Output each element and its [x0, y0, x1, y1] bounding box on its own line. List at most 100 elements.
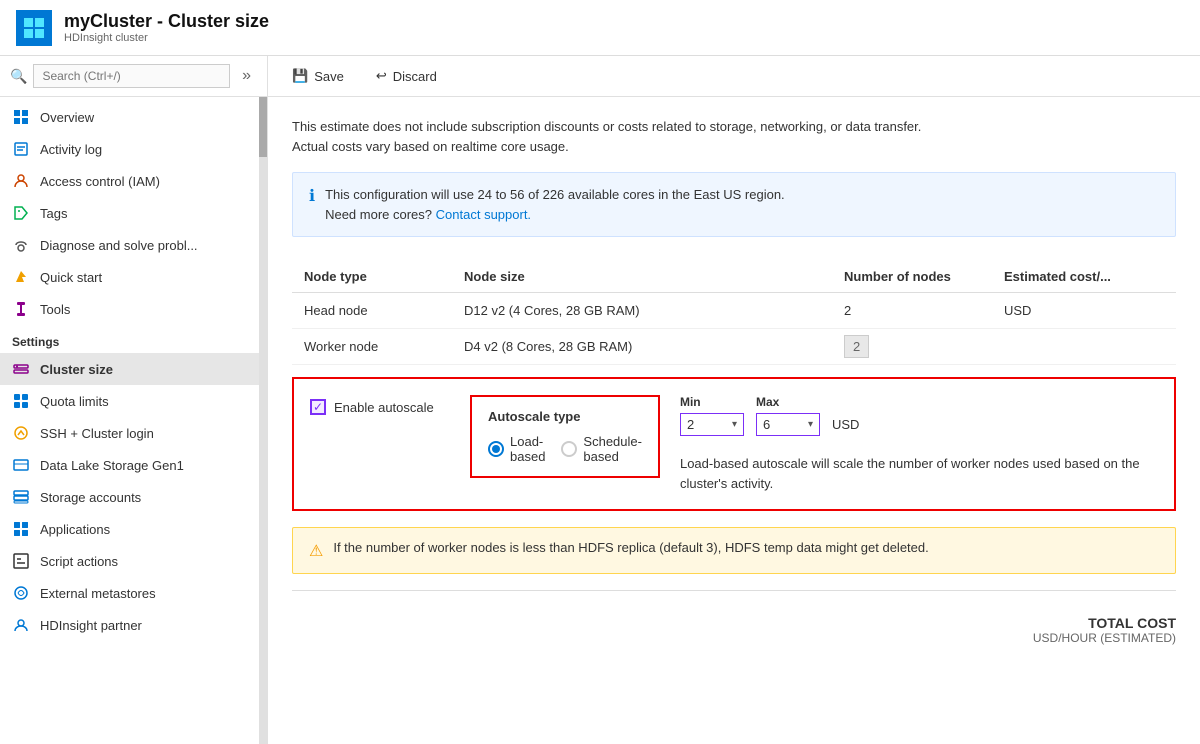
sidebar-item-applications[interactable]: Applications: [0, 513, 259, 545]
sidebar-item-label-overview: Overview: [40, 110, 94, 125]
diagnose-icon: [12, 236, 30, 254]
autoscale-description: Load-based autoscale will scale the numb…: [680, 454, 1158, 493]
discard-button[interactable]: ↩ Discard: [368, 64, 445, 88]
contact-support-link[interactable]: Contact support.: [436, 207, 531, 222]
sidebar-item-label-cluster: Cluster size: [40, 362, 113, 377]
data-lake-icon: [12, 456, 30, 474]
collapse-icon[interactable]: »: [236, 65, 257, 87]
applications-icon: [12, 520, 30, 538]
sidebar-item-tools[interactable]: Tools: [0, 293, 259, 325]
sidebar-item-overview[interactable]: Overview: [0, 101, 259, 133]
col-header-nodetype: Node type: [292, 261, 452, 293]
radio-circle-schedule: [561, 441, 577, 457]
head-node-type: Head node: [292, 293, 452, 329]
sidebar-item-diagnose[interactable]: Diagnose and solve probl...: [0, 229, 259, 261]
autoscale-label: Enable autoscale: [334, 400, 434, 415]
sidebar-item-quota[interactable]: Quota limits: [0, 385, 259, 417]
info-icon: ℹ: [309, 186, 315, 224]
radio-schedule-based[interactable]: Schedule-based: [561, 434, 642, 464]
radio-label-schedule: Schedule-based: [583, 434, 642, 464]
hdinsight-partner-icon: [12, 616, 30, 634]
sidebar-scrollbar-thumb[interactable]: [259, 97, 267, 157]
sidebar-item-label-external: External metastores: [40, 586, 156, 601]
sidebar-item-label-script: Script actions: [40, 554, 118, 569]
sidebar-nav: Overview Activity log Access control (IA…: [0, 97, 259, 744]
storage-icon: [12, 488, 30, 506]
min-arrow-icon: ▾: [732, 419, 737, 430]
radio-inner-load: [492, 445, 500, 453]
page-title: myCluster - Cluster size: [64, 11, 269, 32]
total-cost-sublabel: USD/HOUR (ESTIMATED): [292, 631, 1176, 645]
head-node-size: D12 v2 (4 Cores, 28 GB RAM): [452, 293, 832, 329]
head-node-cost: USD: [992, 293, 1176, 329]
sidebar-scrollbar[interactable]: [259, 97, 267, 744]
sidebar-item-cluster-size[interactable]: Cluster size: [0, 353, 259, 385]
sidebar-item-datalake[interactable]: Data Lake Storage Gen1: [0, 449, 259, 481]
blue-info-box: ℹ This configuration will use 24 to 56 o…: [292, 172, 1176, 237]
save-label: Save: [314, 69, 344, 84]
sidebar-item-label-quota: Quota limits: [40, 394, 109, 409]
worker-node-count-input[interactable]: 2: [844, 335, 869, 358]
sidebar-item-external[interactable]: External metastores: [0, 577, 259, 609]
nodes-table: Node type Node size Number of nodes Esti…: [292, 261, 1176, 365]
sidebar-item-label-hdinsight: HDInsight partner: [40, 618, 142, 633]
max-arrow-icon: ▾: [808, 419, 813, 430]
table-header-row: Node type Node size Number of nodes Esti…: [292, 261, 1176, 293]
tags-icon: [12, 204, 30, 222]
main-content: 💾 Save ↩ Discard This estimate does not …: [268, 56, 1200, 744]
autoscale-type-title: Autoscale type: [488, 409, 642, 424]
warning-text: If the number of worker nodes is less th…: [333, 540, 928, 561]
sidebar-item-tags[interactable]: Tags: [0, 197, 259, 229]
discard-label: Discard: [393, 69, 437, 84]
script-actions-icon: [12, 552, 30, 570]
min-select[interactable]: 2 ▾: [680, 413, 744, 436]
search-input[interactable]: [33, 64, 230, 88]
worker-node-cost: [992, 329, 1176, 365]
sidebar-item-label-tools: Tools: [40, 302, 70, 317]
col-header-numnodes: Number of nodes: [832, 261, 992, 293]
sidebar-item-activity-log[interactable]: Activity log: [0, 133, 259, 165]
content-body: This estimate does not include subscript…: [268, 97, 1200, 673]
autoscale-usd-label: USD: [832, 399, 859, 432]
quota-limits-icon: [12, 392, 30, 410]
info-line2: Actual costs vary based on realtime core…: [292, 137, 1176, 157]
total-cost-area: TOTAL COST USD/HOUR (ESTIMATED): [292, 607, 1176, 653]
total-cost-label: TOTAL COST: [292, 615, 1176, 631]
sidebar-item-label-ssh: SSH + Cluster login: [40, 426, 154, 441]
save-button[interactable]: 💾 Save: [284, 64, 352, 88]
worker-node-type: Worker node: [292, 329, 452, 365]
cluster-size-icon: [12, 360, 30, 378]
sidebar-item-label-iam: Access control (IAM): [40, 174, 160, 189]
autoscale-checkbox-area[interactable]: ✓ Enable autoscale: [310, 395, 450, 415]
quick-start-icon: [12, 268, 30, 286]
radio-circle-load: [488, 441, 504, 457]
discard-icon: ↩: [376, 68, 387, 84]
worker-node-size: D4 v2 (8 Cores, 28 GB RAM): [452, 329, 832, 365]
sidebar-item-label-diagnose: Diagnose and solve probl...: [40, 238, 198, 253]
table-row-head: Head node D12 v2 (4 Cores, 28 GB RAM) 2 …: [292, 293, 1176, 329]
blue-info-text: This configuration will use 24 to 56 of …: [325, 187, 785, 202]
ssh-icon: [12, 424, 30, 442]
sidebar-item-label-applications: Applications: [40, 522, 110, 537]
sidebar-item-hdinsight[interactable]: HDInsight partner: [0, 609, 259, 641]
radio-load-based[interactable]: Load-based: [488, 434, 545, 464]
activity-log-icon: [12, 140, 30, 158]
max-select[interactable]: 6 ▾: [756, 413, 820, 436]
autoscale-options: Load-based Schedule-based: [488, 434, 642, 464]
sidebar-item-iam[interactable]: Access control (IAM): [0, 165, 259, 197]
autoscale-checkbox[interactable]: ✓: [310, 399, 326, 415]
max-label: Max: [756, 395, 820, 409]
max-group: Max 6 ▾: [756, 395, 820, 436]
sidebar-item-ssh[interactable]: SSH + Cluster login: [0, 417, 259, 449]
blue-need-more: Need more cores?: [325, 207, 432, 222]
blue-info-content: This configuration will use 24 to 56 of …: [325, 185, 785, 224]
search-icon: 🔍: [10, 68, 27, 85]
app-icon: [16, 10, 52, 46]
sidebar-item-storage[interactable]: Storage accounts: [0, 481, 259, 513]
sidebar-item-script-actions[interactable]: Script actions: [0, 545, 259, 577]
min-max-area: Min 2 ▾ Max 6 ▾: [680, 395, 1158, 436]
iam-icon: [12, 172, 30, 190]
worker-node-count: 2: [832, 329, 992, 365]
sidebar-item-quickstart[interactable]: Quick start: [0, 261, 259, 293]
warning-icon: ⚠: [309, 541, 323, 561]
